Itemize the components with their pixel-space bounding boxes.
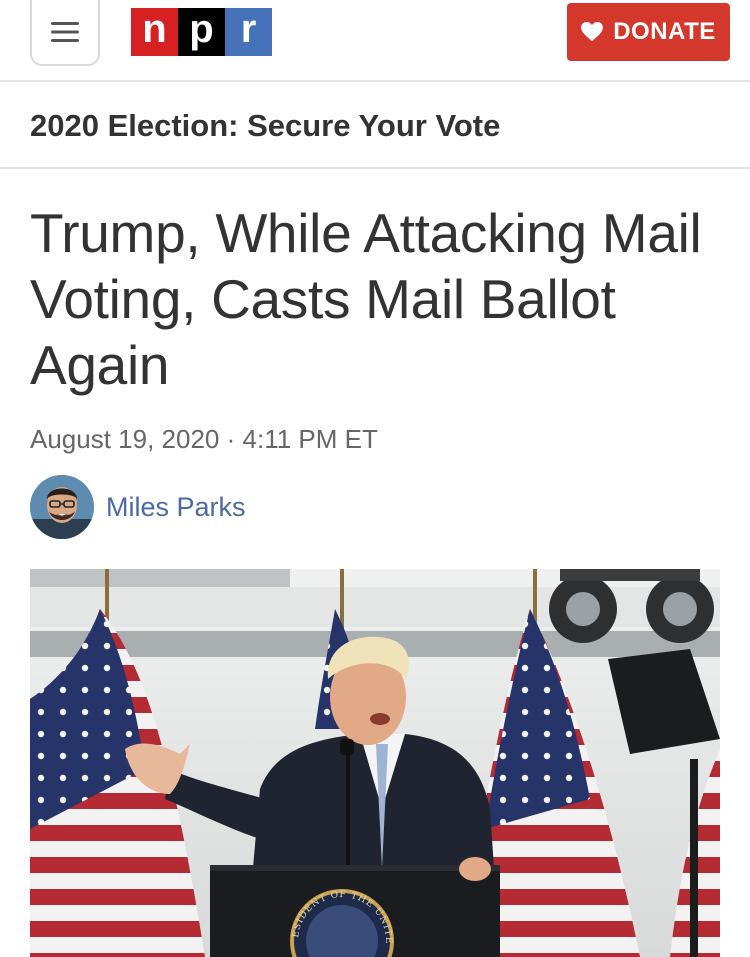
section-link[interactable]: 2020 Election: Secure Your Vote <box>0 84 750 169</box>
article-lead-image: PRESIDENT OF THE UNITED <box>30 569 720 957</box>
article-time: 4:11 PM ET <box>242 424 378 454</box>
npr-logo[interactable]: n p r <box>131 8 272 56</box>
author-link[interactable]: Miles Parks <box>106 492 246 523</box>
date-separator: · <box>226 424 236 454</box>
heart-icon <box>581 22 604 42</box>
section-title: 2020 Election: Secure Your Vote <box>30 107 501 143</box>
author-avatar[interactable] <box>30 475 94 539</box>
byline: Miles Parks <box>30 475 246 539</box>
logo-letter-r: r <box>225 8 272 56</box>
article-dateline: August 19, 2020 · 4:11 PM ET <box>30 424 378 455</box>
article-date: August 19, 2020 <box>30 424 220 454</box>
menu-button[interactable] <box>30 0 100 66</box>
logo-letter-p: p <box>178 8 225 56</box>
hamburger-menu-icon <box>51 22 79 42</box>
donate-label: DONATE <box>613 18 716 45</box>
site-header: n p r DONATE <box>0 0 750 82</box>
article-headline: Trump, While Attacking Mail Voting, Cast… <box>30 202 702 396</box>
donate-button[interactable]: DONATE <box>567 3 730 61</box>
logo-letter-n: n <box>131 8 178 56</box>
